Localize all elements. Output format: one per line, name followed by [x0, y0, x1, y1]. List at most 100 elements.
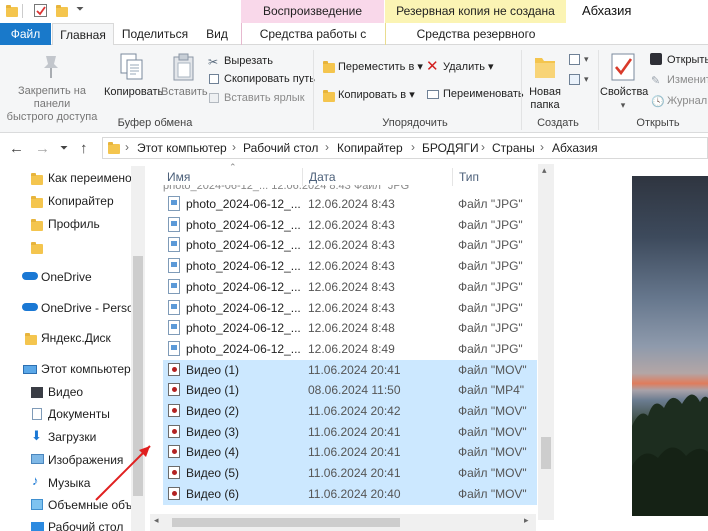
- pin-quick-access-button[interactable]: Закрепить на панели быстрого доступа: [4, 85, 100, 124]
- chevron-down-icon[interactable]: ▾: [584, 74, 589, 85]
- copy-to-button[interactable]: Копировать в ▾: [338, 88, 415, 101]
- paste-shortcut-button[interactable]: Вставить ярлык: [224, 92, 305, 104]
- file-row[interactable]: Видео (6) 11.06.2024 20:40 Файл "MOV": [163, 484, 537, 505]
- chevron-down-icon[interactable]: ⏷: [76, 4, 89, 17]
- video-file-icon: [168, 445, 180, 458]
- tab-backup-tools[interactable]: Средства резервного копирования: [385, 23, 566, 63]
- file-date: 11.06.2024 20:41: [308, 466, 401, 480]
- file-row[interactable]: Видео (5) 11.06.2024 20:41 Файл "MOV": [163, 463, 537, 484]
- horizontal-scroll-thumb[interactable]: [172, 518, 400, 527]
- column-header-type[interactable]: Тип: [459, 170, 479, 184]
- properties-button[interactable]: Свойства ▾: [600, 86, 648, 112]
- video-file-icon: [168, 425, 180, 438]
- copy-button[interactable]: Копировать: [104, 86, 163, 99]
- folder-icon: [108, 142, 120, 154]
- pin-label-line2: быстрого доступа: [6, 111, 98, 123]
- breadcrumb-separator: ›: [481, 140, 485, 154]
- scroll-up-arrow-icon[interactable]: ▴: [542, 165, 547, 176]
- file-row[interactable]: photo_2024-06-12_... 12.06.2024 8:49 Файл …: [163, 339, 537, 360]
- file-name: Видео (1): [186, 383, 240, 397]
- folder-icon: [31, 242, 43, 254]
- nav-item-copywriter[interactable]: Копирайтер: [48, 194, 114, 208]
- move-to-button[interactable]: Переместить в ▾: [338, 60, 423, 73]
- file-row[interactable]: photo_2024-06-12_... 12.06.2024 8:43 Файл …: [163, 277, 537, 298]
- nav-item-documents[interactable]: Документы: [48, 407, 110, 421]
- properties-check-icon[interactable]: [34, 4, 47, 17]
- new-folder-button[interactable]: Новая папка: [524, 86, 566, 112]
- nav-item-kak-pereimenovat[interactable]: Как переимено: [48, 171, 132, 185]
- chevron-down-icon[interactable]: ▾: [584, 54, 589, 65]
- copy-path-button[interactable]: Скопировать путь: [224, 73, 315, 85]
- new-folder-icon[interactable]: [56, 4, 69, 17]
- breadcrumb-brodyagi[interactable]: БРОДЯГИ: [422, 141, 479, 155]
- tab-file[interactable]: Файл: [0, 23, 51, 45]
- file-row[interactable]: Видео (3) 11.06.2024 20:41 Файл "MOV": [163, 422, 537, 443]
- paste-button[interactable]: Вставить: [161, 86, 208, 99]
- nav-item-3d-objects[interactable]: Объемные объ: [48, 498, 132, 512]
- video-file-icon: [168, 404, 180, 417]
- file-type: Файл "JPG": [458, 238, 523, 252]
- tab-home[interactable]: Главная: [52, 23, 114, 46]
- forward-arrow-icon[interactable]: →: [35, 140, 50, 157]
- folder-icon[interactable]: [6, 4, 19, 17]
- file-list-scroll-thumb[interactable]: [541, 437, 551, 469]
- breadcrumb-desktop[interactable]: Рабочий стол: [243, 141, 318, 155]
- easy-access-icon[interactable]: [569, 74, 580, 85]
- nav-item-desktop[interactable]: Рабочий стол: [48, 520, 123, 531]
- back-arrow-icon[interactable]: ←: [9, 140, 24, 157]
- file-date: 12.06.2024 8:43: [308, 280, 395, 294]
- up-arrow-icon[interactable]: ↑: [80, 140, 88, 157]
- recent-locations-chevron-icon[interactable]: ⏷: [60, 143, 68, 154]
- nav-item-pictures[interactable]: Изображения: [48, 453, 123, 467]
- column-divider[interactable]: [302, 168, 303, 186]
- folder-icon: [31, 173, 43, 185]
- breadcrumb-separator: ›: [540, 140, 544, 154]
- tab-share[interactable]: Поделиться: [118, 23, 192, 45]
- scroll-right-arrow-icon[interactable]: ▸: [524, 515, 529, 526]
- nav-item-profile[interactable]: Профиль: [48, 217, 100, 231]
- nav-item-videos[interactable]: Видео: [48, 385, 83, 399]
- file-row[interactable]: Видео (2) 11.06.2024 20:42 Файл "MOV": [163, 401, 537, 422]
- file-row[interactable]: Видео (1) 11.06.2024 20:41 Файл "MOV": [163, 360, 537, 381]
- breadcrumb-copywriter[interactable]: Копирайтер: [337, 141, 403, 155]
- music-note-icon: ♪: [32, 473, 39, 488]
- nav-item-onedrive-personal[interactable]: OneDrive - Person: [41, 301, 140, 315]
- nav-item-music[interactable]: Музыка: [48, 476, 90, 490]
- cut-button[interactable]: Вырезать: [224, 55, 273, 67]
- open-button[interactable]: Открыть: [667, 54, 708, 66]
- file-row[interactable]: photo_2024-06-12_... 12.06.2024 8:43 Файл …: [163, 194, 537, 215]
- window-title: Абхазия: [582, 3, 632, 18]
- file-row[interactable]: photo_2024-06-12_... 12.06.2024 8:43 Файл …: [163, 256, 537, 277]
- image-file-icon: [168, 196, 180, 211]
- breadcrumb-abkhazia[interactable]: Абхазия: [552, 141, 598, 155]
- nav-item-onedrive[interactable]: OneDrive: [41, 270, 92, 284]
- nav-item-downloads[interactable]: Загрузки: [48, 430, 96, 444]
- nav-item-yandex-disk[interactable]: Яндекс.Диск: [41, 331, 111, 345]
- breadcrumb-this-pc[interactable]: Этот компьютер: [137, 141, 227, 155]
- breadcrumb-countries[interactable]: Страны: [492, 141, 535, 155]
- breadcrumb-separator: ›: [411, 140, 415, 154]
- file-row[interactable]: photo_2024-06-12_... 12.06.2024 8:43 Файл …: [163, 298, 537, 319]
- column-header-name[interactable]: Имя: [167, 170, 190, 184]
- column-divider[interactable]: [452, 168, 453, 186]
- tab-view[interactable]: Вид: [196, 23, 238, 45]
- file-row[interactable]: Видео (1) 08.06.2024 11:50 Файл "MP4": [163, 380, 537, 401]
- file-date: 12.06.2024 8:49: [308, 342, 395, 356]
- file-row[interactable]: photo_2024-06-12_... 12.06.2024 8:43 Файл …: [163, 215, 537, 236]
- rename-button[interactable]: Переименовать: [443, 88, 524, 100]
- nav-item-this-pc[interactable]: Этот компьютер: [41, 362, 131, 376]
- new-item-icon[interactable]: [569, 54, 580, 65]
- delete-button[interactable]: Удалить ▾: [443, 60, 494, 73]
- file-row[interactable]: photo_2024-06-12_... 12.06.2024 8:43 Файл …: [163, 235, 537, 256]
- edit-button[interactable]: Изменить: [667, 74, 708, 86]
- history-icon: 🕓: [651, 96, 665, 108]
- paste-shortcut-icon: [209, 93, 219, 103]
- video-folder-icon: [31, 387, 43, 398]
- file-row[interactable]: Видео (4) 11.06.2024 20:41 Файл "MOV": [163, 442, 537, 463]
- scroll-left-arrow-icon[interactable]: ◂: [154, 515, 159, 526]
- nav-pane-scroll-thumb[interactable]: [133, 256, 143, 496]
- tab-video-tools[interactable]: Средства работы с видео: [241, 23, 384, 63]
- file-row[interactable]: photo_2024-06-12_... 12.06.2024 8:48 Файл …: [163, 318, 537, 339]
- history-button[interactable]: Журнал: [667, 95, 707, 107]
- column-header-date[interactable]: Дата: [309, 170, 336, 184]
